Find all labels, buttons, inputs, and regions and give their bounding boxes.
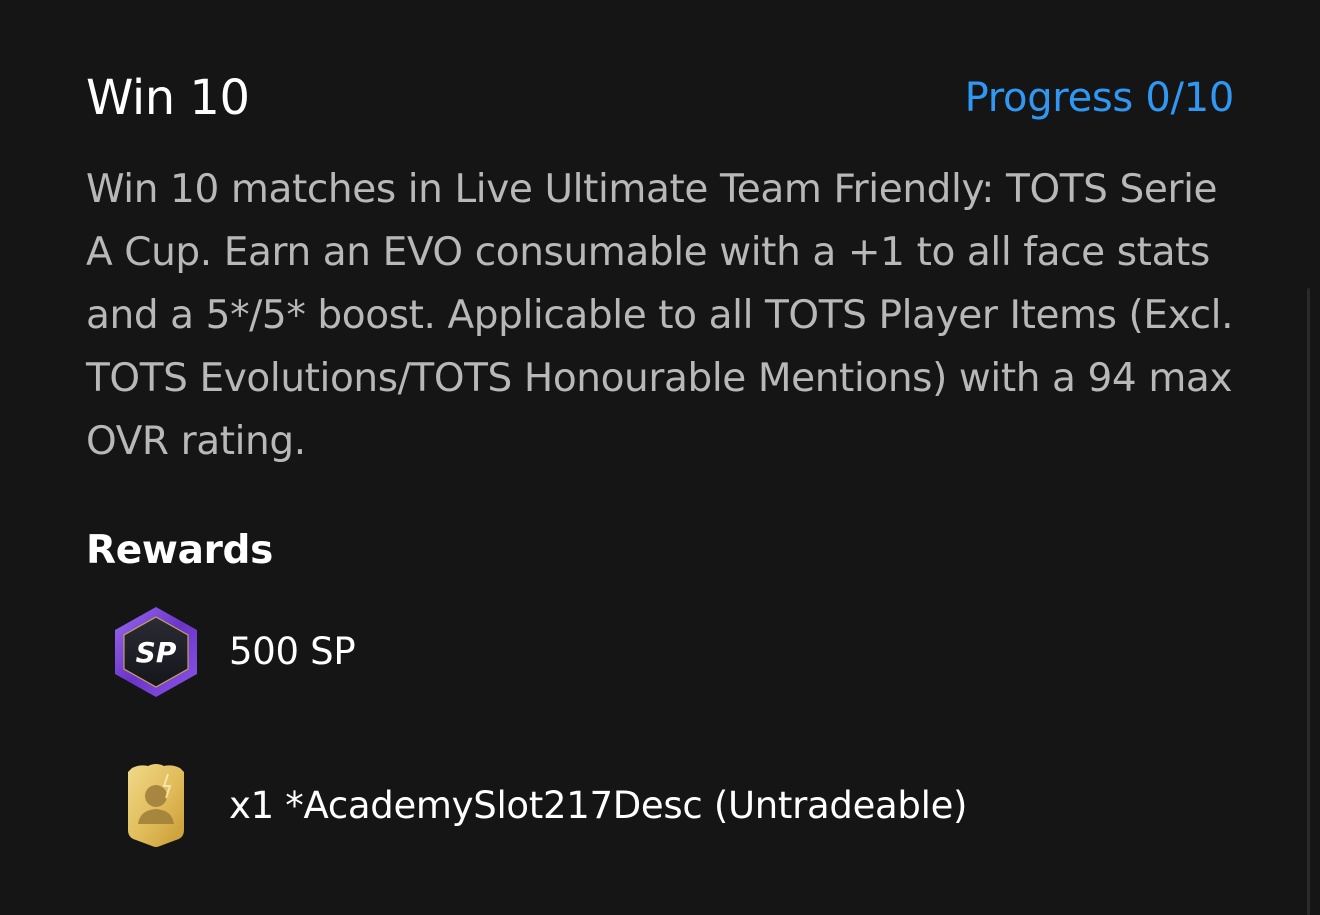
reward-label-academy-slot: x1 *AcademySlot217Desc (Untradeable) — [229, 784, 968, 827]
objective-progress: Progress 0/10 — [964, 75, 1235, 121]
reward-item-academy-slot: x1 *AcademySlot217Desc (Untradeable) — [110, 758, 967, 854]
objective-panel: Win 10 Progress 0/10 Win 10 matches in L… — [0, 0, 1320, 915]
sp-hexagon-icon: SP — [110, 604, 202, 700]
scrollbar[interactable] — [1307, 288, 1310, 915]
objective-title: Win 10 — [86, 70, 250, 126]
sp-badge-text: SP — [136, 636, 177, 669]
player-item-card-icon — [110, 758, 202, 854]
rewards-heading: Rewards — [86, 528, 274, 573]
objective-description: Win 10 matches in Live Ultimate Team Fri… — [86, 167, 1234, 464]
reward-item-sp: SP 500 SP — [110, 604, 356, 700]
reward-label-sp: 500 SP — [229, 630, 356, 673]
